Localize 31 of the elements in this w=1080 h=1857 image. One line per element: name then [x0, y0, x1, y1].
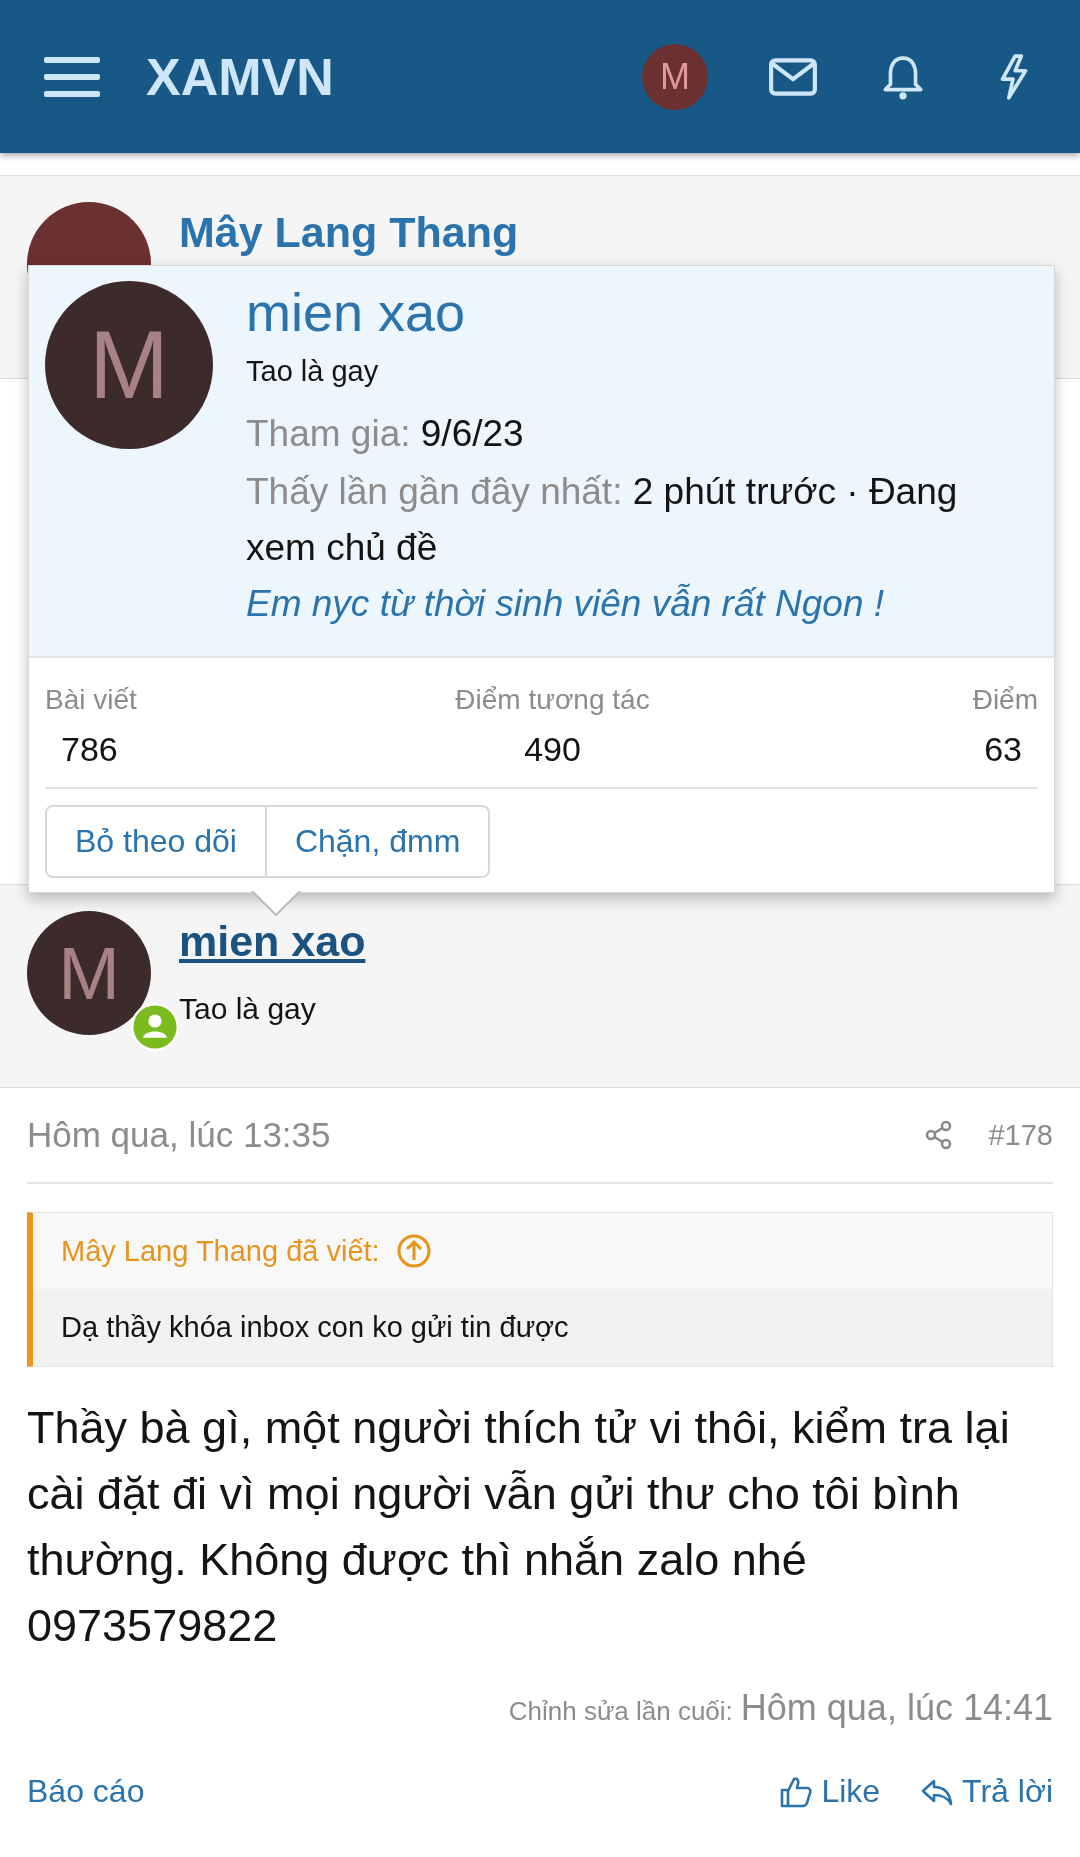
popup-button[interactable]: Bỏ theo dõi	[45, 805, 267, 878]
quote-text: Dạ thầy khóa inbox con ko gửi tin được	[33, 1289, 1052, 1366]
edited-time: Hôm qua, lúc 14:41	[740, 1687, 1053, 1729]
stat-value: 490	[523, 730, 582, 769]
popup-button[interactable]: Chặn, đmm	[266, 805, 491, 878]
reply-button[interactable]: Trả lời	[962, 1773, 1053, 1810]
post-date[interactable]: Hôm qua, lúc 13:35	[27, 1115, 925, 1155]
edited-label: Chỉnh sửa lần cuối:	[508, 1696, 733, 1727]
user-title: Tao là gay	[246, 355, 380, 388]
thumbs-up-icon[interactable]	[779, 1774, 814, 1809]
stat-value: 63	[983, 730, 1023, 769]
user-avatar[interactable]: M	[27, 911, 151, 1035]
username[interactable]: mien xao	[246, 281, 1014, 343]
post-number[interactable]: #178	[988, 1118, 1053, 1152]
joined-info: Tham gia: 9/6/23	[246, 412, 525, 456]
author-name[interactable]: mien xao	[179, 917, 366, 966]
stat-label: Điểm	[971, 684, 1038, 716]
user-avatar[interactable]: M	[45, 281, 213, 449]
last-seen-info: Thấy lần gần đây nhất: 2 phút trước · Đang xem chủ đề Em nyc từ thời sinh viên vẫn rất Ngon !	[246, 470, 959, 626]
stat-value: 786	[60, 730, 119, 769]
user-avatar[interactable]: M	[642, 43, 708, 110]
user-title: Tao là gay	[179, 992, 317, 1026]
stat-label: Điểm tương tác	[455, 684, 650, 716]
menu-icon[interactable]	[44, 54, 100, 99]
author-name[interactable]: Mây Lang Thang	[179, 208, 519, 257]
site-logo[interactable]: XAMVN	[146, 46, 334, 107]
stat-label: Bài viết	[45, 684, 137, 716]
thread-link[interactable]: Em nyc từ thời sinh viên vẫn rất Ngon !	[246, 583, 885, 624]
like-button[interactable]: Like	[821, 1773, 881, 1810]
report-link[interactable]: Báo cáo	[27, 1773, 145, 1810]
post-body: Thầy bà gì, một người thích tử vi thôi, kiểm tra lại cài đặt đi vì mọi người vẫn gửi thư cho tôi bình thường. Không được thì nhắn zalo nhé 0973579822	[27, 1401, 1011, 1653]
